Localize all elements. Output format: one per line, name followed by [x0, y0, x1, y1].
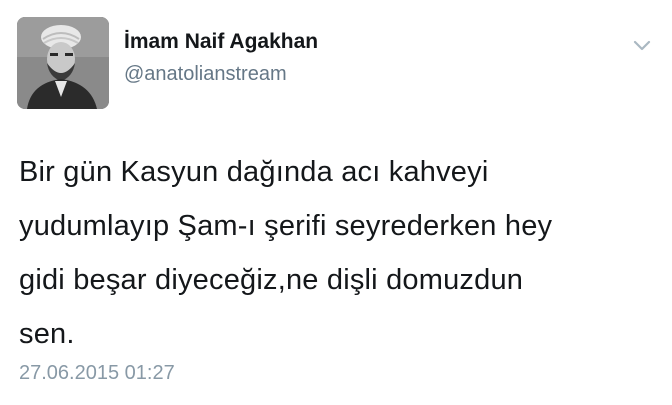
display-name[interactable]: İmam Naif Agakhan — [124, 30, 318, 54]
tweet-text-line: Bir gün Kasyun dağında acı kahveyi — [19, 156, 489, 188]
tweet-card: İmam Naif Agakhan @anatolianstream Bir g… — [0, 0, 672, 405]
tweet-timestamp[interactable]: 27.06.2015 01:27 — [19, 362, 175, 385]
tweet-text-line: sen. — [19, 318, 75, 350]
tweet-text: Bir gün Kasyun dağında acı kahveyi yudum… — [19, 145, 659, 361]
tweet-text-line: yudumlayıp Şam-ı şerifi seyrederken hey — [19, 210, 553, 242]
portrait-icon — [17, 17, 109, 109]
chevron-down-icon[interactable] — [632, 38, 652, 52]
avatar[interactable] — [17, 17, 109, 109]
user-handle[interactable]: @anatolianstream — [124, 63, 287, 86]
tweet-text-line: gidi beşar diyeceğiz,ne dişli domuzdun — [19, 264, 524, 296]
